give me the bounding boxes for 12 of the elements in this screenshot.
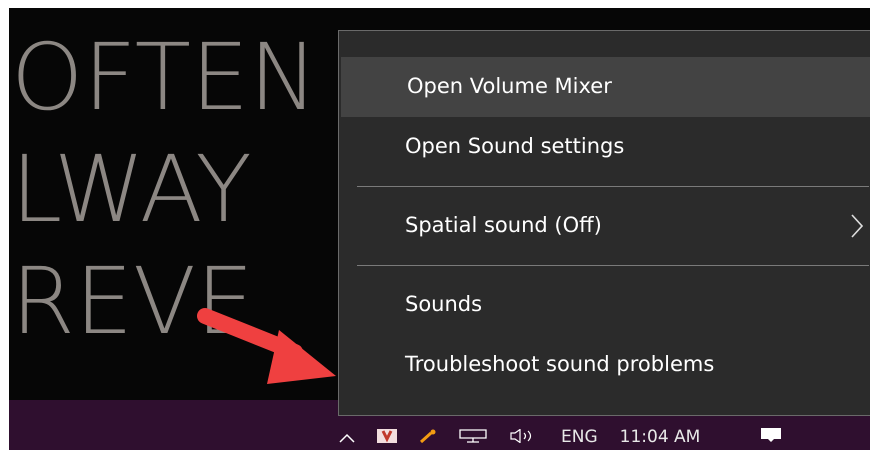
chevron-up-icon[interactable] <box>339 433 355 443</box>
notification-icon[interactable] <box>760 427 782 443</box>
monitor-icon[interactable] <box>459 429 487 443</box>
menu-item[interactable]: Sounds <box>339 275 870 335</box>
wallpaper-text: OFTEN <box>11 23 318 133</box>
menu-item[interactable]: Troubleshoot sound problems <box>339 335 870 395</box>
wallpaper-text: LWAY <box>11 135 252 245</box>
menu-item[interactable]: Spatial sound (Off) <box>339 196 870 256</box>
menu-item[interactable]: Open Sound settings <box>339 117 870 177</box>
menu-item[interactable]: Open Volume Mixer <box>341 57 870 117</box>
clock[interactable]: 11:04 AM <box>620 427 700 447</box>
language-indicator[interactable]: ENG <box>561 427 598 447</box>
